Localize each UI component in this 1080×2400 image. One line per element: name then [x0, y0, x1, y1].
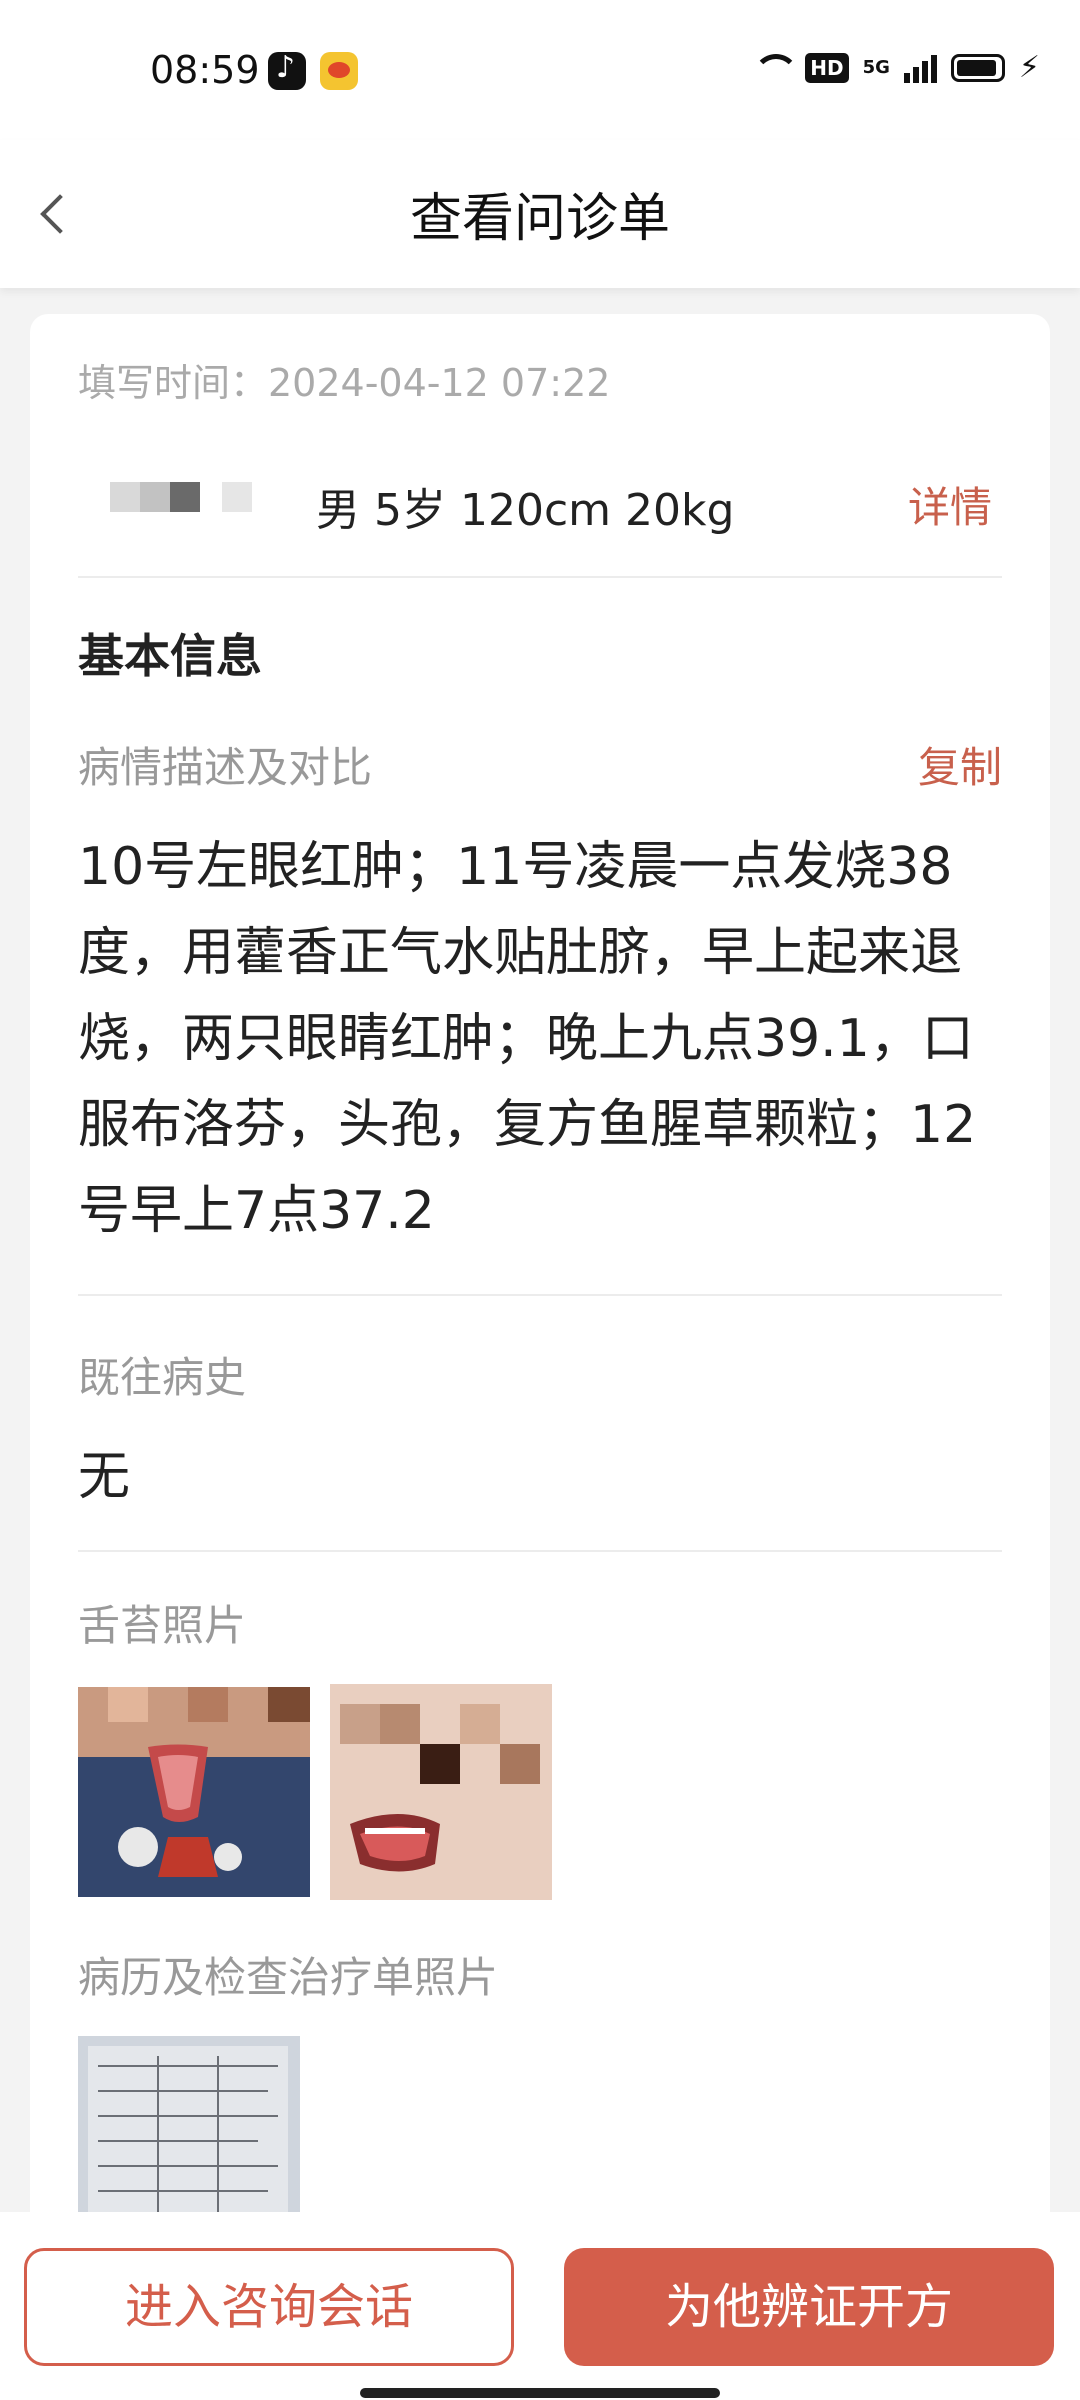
records-photo-label: 病历及检查治疗单照片 — [78, 1953, 499, 2002]
prescribe-button[interactable]: 为他辨证开方 — [564, 2248, 1054, 2366]
condition-label: 病情描述及对比 — [78, 743, 373, 792]
status-time: 08:59 — [150, 48, 260, 92]
page-title: 查看问诊单 — [409, 189, 670, 249]
patient-name-blurred — [110, 482, 260, 532]
history-value: 无 — [78, 1447, 131, 1507]
home-indicator[interactable] — [360, 2388, 720, 2398]
hd-icon: HD — [805, 52, 849, 83]
detail-link[interactable]: 详情 — [908, 474, 992, 535]
tongue-photo-1[interactable] — [78, 1687, 310, 1897]
status-icons: HD 5G ⚡ — [751, 50, 1040, 85]
tongue-photo-2[interactable] — [330, 1684, 552, 1900]
fill-time: 填写时间：2024-04-12 07:22 — [78, 361, 611, 405]
5g-icon: 5G — [862, 57, 890, 78]
signal-icon — [903, 53, 937, 83]
divider — [78, 1294, 1002, 1296]
bottom-action-bar: 进入咨询会话 为他辨证开方 — [0, 2212, 1080, 2400]
charging-icon: ⚡ — [1018, 50, 1040, 85]
consultation-card: 填写时间：2024-04-12 07:22 男 5岁 120cm 20kg 详情… — [30, 314, 1050, 2314]
status-bar: 08:59 HD 5G ⚡ — [0, 0, 1080, 140]
battery-icon — [950, 53, 1005, 82]
weibo-icon — [320, 52, 358, 90]
divider — [78, 576, 1002, 578]
basic-info-title: 基本信息 — [78, 629, 262, 683]
divider — [78, 1550, 1002, 1552]
condition-description: 10号左眼红肿；11号凌晨一点发烧38度，用藿香正气水贴肚脐，早上起来退烧，两只… — [78, 837, 977, 1241]
copy-button[interactable]: 复制 — [918, 734, 1002, 795]
tongue-photo-label: 舌苔照片 — [78, 1601, 247, 1650]
patient-info: 男 5岁 120cm 20kg — [316, 485, 735, 536]
enter-consultation-button[interactable]: 进入咨询会话 — [24, 2248, 514, 2366]
app-header: 查看问诊单 — [0, 140, 1080, 288]
patient-row: 男 5岁 120cm 20kg 详情 — [78, 464, 1002, 574]
wifi-icon — [751, 52, 800, 84]
history-label: 既往病史 — [78, 1353, 247, 1402]
tiktok-icon — [268, 50, 306, 90]
